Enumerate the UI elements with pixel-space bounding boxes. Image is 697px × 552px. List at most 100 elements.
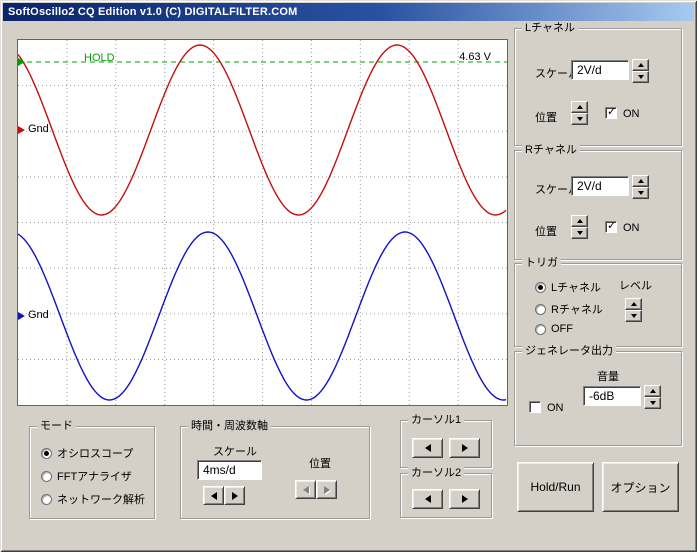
r-gnd-marker[interactable] xyxy=(18,312,25,320)
radio-icon xyxy=(41,447,52,459)
time-scale-label: スケール xyxy=(213,446,257,458)
l-scale-input[interactable] xyxy=(571,60,629,80)
up-arrow-icon xyxy=(649,389,656,393)
l-position-spin-down-button[interactable] xyxy=(571,113,588,125)
waveform-plot xyxy=(18,40,507,405)
radio-icon xyxy=(535,303,546,315)
mode-option-fft-label: FFTアナライザ xyxy=(57,471,132,483)
volume-label: 音量 xyxy=(597,371,619,383)
l-channel-group-title: Lチャネル xyxy=(522,22,579,35)
trigger-option-off-label: OFF xyxy=(551,323,573,335)
gnd-label-l: Gnd xyxy=(28,123,49,135)
l-channel-group: Lチャネル スケール 位置 ON xyxy=(514,22,682,146)
mode-group-title: モード xyxy=(37,420,76,433)
trigger-option-r-label: Rチャネル xyxy=(551,304,603,316)
r-on-label: ON xyxy=(623,222,640,234)
radio-icon xyxy=(41,493,52,505)
l-gnd-marker[interactable] xyxy=(18,126,25,134)
r-position-spin-down-button[interactable] xyxy=(571,227,588,239)
l-scale-spin-up-button[interactable] xyxy=(632,59,649,71)
trigger-level-spin-up-button[interactable] xyxy=(625,298,642,310)
down-arrow-icon xyxy=(576,117,583,121)
radio-icon xyxy=(41,470,52,482)
trigger-level-spinner xyxy=(625,298,642,322)
time-scale-right-button[interactable] xyxy=(224,486,245,505)
oscilloscope-display: HOLD 4.63 V Gnd Gnd xyxy=(17,39,508,406)
trigger-option-l-channel[interactable]: Lチャネル xyxy=(535,279,601,295)
volume-spinner xyxy=(644,385,661,409)
generator-group-title: ジェネレータ出力 xyxy=(522,345,616,358)
r-position-label: 位置 xyxy=(535,226,557,238)
app-window: SoftOscillo2 CQ Edition v1.0 (C) DIGITAL… xyxy=(0,0,697,552)
mode-option-oscilloscope-label: オシロスコープ xyxy=(57,448,134,460)
up-arrow-icon xyxy=(637,179,644,183)
radio-icon xyxy=(535,281,546,293)
time-position-right-button[interactable] xyxy=(316,480,337,499)
up-arrow-icon xyxy=(576,219,583,223)
up-arrow-icon xyxy=(576,105,583,109)
options-button[interactable]: オプション xyxy=(602,462,679,512)
down-arrow-icon xyxy=(637,191,644,195)
r-position-spinner xyxy=(571,215,588,239)
volume-spin-down-button[interactable] xyxy=(644,397,661,409)
r-channel-group-title: Rチャネル xyxy=(522,144,580,157)
r-channel-group: Rチャネル スケール 位置 ON xyxy=(514,144,682,260)
l-position-label: 位置 xyxy=(535,112,557,124)
l-on-label: ON xyxy=(623,108,640,120)
trigger-group: トリガ Lチャネル Rチャネル OFF レベル xyxy=(514,257,682,347)
l-position-spin-up-button[interactable] xyxy=(571,101,588,113)
title-bar[interactable]: SoftOscillo2 CQ Edition v1.0 (C) DIGITAL… xyxy=(3,3,694,21)
trigger-option-l-label: Lチャネル xyxy=(551,282,602,294)
mode-option-network[interactable]: ネットワーク解析 xyxy=(41,491,145,507)
voltage-readout: 4.63 V xyxy=(459,51,491,63)
right-arrow-icon xyxy=(323,485,330,494)
up-arrow-icon xyxy=(637,63,644,67)
volume-input[interactable] xyxy=(583,386,641,406)
trigger-level-label: レベル xyxy=(619,280,652,292)
down-arrow-icon xyxy=(649,401,656,405)
trigger-level-marker[interactable] xyxy=(18,58,25,66)
cursor1-right-button[interactable] xyxy=(449,438,480,458)
left-arrow-icon xyxy=(424,495,431,503)
time-scale-left-button[interactable] xyxy=(203,486,224,505)
r-position-spin-up-button[interactable] xyxy=(571,215,588,227)
cursor2-right-button[interactable] xyxy=(449,489,480,509)
time-axis-group-title: 時間・周波数軸 xyxy=(188,420,271,433)
l-on-checkbox[interactable] xyxy=(605,105,617,119)
trigger-level-spin-down-button[interactable] xyxy=(625,310,642,322)
cursor1-left-button[interactable] xyxy=(412,438,443,458)
generator-on-checkbox[interactable] xyxy=(529,401,541,413)
r-on-checkbox[interactable] xyxy=(605,219,617,233)
r-scale-input[interactable] xyxy=(571,176,629,196)
right-arrow-icon xyxy=(461,444,468,452)
down-arrow-icon xyxy=(637,75,644,79)
down-arrow-icon xyxy=(576,231,583,235)
cursor1-group: カーソル1 xyxy=(400,414,492,468)
l-scale-spinner xyxy=(632,59,649,83)
cursor1-group-title: カーソル1 xyxy=(408,414,465,427)
trigger-group-title: トリガ xyxy=(522,257,561,270)
hold-indicator: HOLD xyxy=(84,52,115,64)
time-position-left-button[interactable] xyxy=(295,480,316,499)
cursor2-group-title: カーソル2 xyxy=(408,467,465,480)
hold-run-button[interactable]: Hold/Run xyxy=(517,462,594,512)
trigger-option-off[interactable]: OFF xyxy=(535,323,573,335)
r-scale-spin-up-button[interactable] xyxy=(632,175,649,187)
l-position-spinner xyxy=(571,101,588,125)
left-arrow-icon xyxy=(210,491,217,500)
gnd-label-r: Gnd xyxy=(28,309,49,321)
r-scale-spin-down-button[interactable] xyxy=(632,187,649,199)
trigger-option-r-channel[interactable]: Rチャネル xyxy=(535,301,603,317)
time-scale-input[interactable] xyxy=(197,460,262,480)
window-title: SoftOscillo2 CQ Edition v1.0 (C) DIGITAL… xyxy=(8,6,298,18)
time-axis-group: 時間・周波数軸 スケール 位置 xyxy=(180,420,370,519)
radio-icon xyxy=(535,323,546,335)
mode-option-fft[interactable]: FFTアナライザ xyxy=(41,468,132,484)
cursor2-left-button[interactable] xyxy=(412,489,443,509)
mode-option-oscilloscope[interactable]: オシロスコープ xyxy=(41,445,133,461)
volume-spin-up-button[interactable] xyxy=(644,385,661,397)
generator-on-label: ON xyxy=(547,402,564,414)
time-position-label: 位置 xyxy=(309,458,331,470)
l-scale-spin-down-button[interactable] xyxy=(632,71,649,83)
down-arrow-icon xyxy=(630,314,637,318)
